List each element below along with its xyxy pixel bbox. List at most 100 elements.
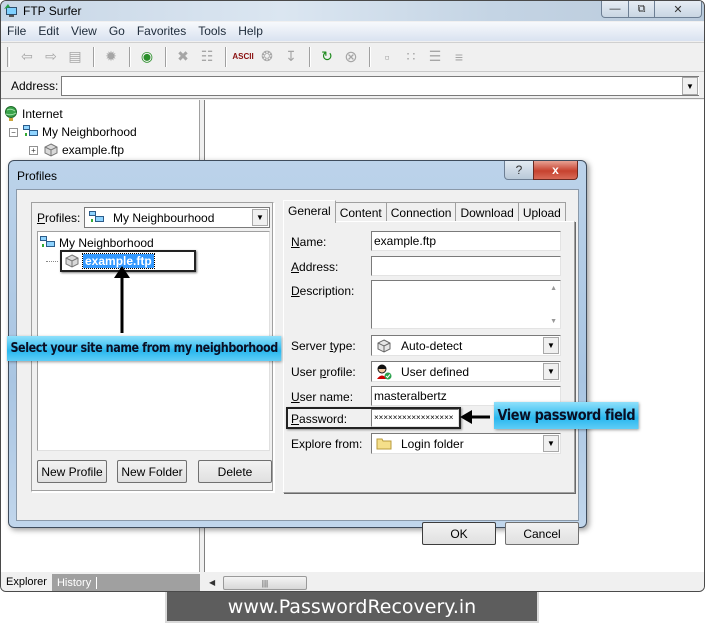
app-icon bbox=[4, 4, 17, 17]
server-icon bbox=[43, 142, 59, 158]
minimize-button[interactable]: — bbox=[601, 1, 629, 18]
user-name-label: User name: bbox=[291, 390, 354, 404]
profiles-label: Profiles: bbox=[37, 211, 81, 225]
folder-icon bbox=[376, 436, 392, 452]
connect-icon[interactable]: ✹ bbox=[100, 47, 122, 67]
delete-button[interactable]: Delete bbox=[198, 460, 272, 483]
chevron-down-icon[interactable]: ▼ bbox=[252, 209, 268, 226]
name-field[interactable]: example.ftp bbox=[371, 231, 561, 251]
name-label: Name: bbox=[291, 235, 327, 249]
menu-help[interactable]: Help bbox=[232, 22, 269, 41]
tree-item-example-ftp[interactable]: example.ftp bbox=[40, 250, 267, 272]
tab-download[interactable]: Download bbox=[455, 202, 519, 222]
toolbar-grip[interactable] bbox=[7, 46, 10, 67]
server-icon bbox=[376, 338, 392, 354]
chevron-down-icon: ▼ bbox=[686, 81, 694, 91]
horizontal-scrollbar[interactable]: ◀ ||| bbox=[205, 574, 704, 591]
chat-icon[interactable]: ❂ bbox=[256, 47, 278, 67]
help-icon: ? bbox=[515, 163, 523, 177]
callout-password: View password field bbox=[494, 402, 639, 429]
refresh-icon[interactable]: ↻ bbox=[316, 47, 338, 67]
selected-site-label: example.ftp bbox=[82, 253, 155, 269]
chevron-down-icon[interactable]: ▼ bbox=[543, 363, 559, 380]
menu-edit[interactable]: Edit bbox=[32, 22, 65, 41]
window-title: FTP Surfer bbox=[23, 4, 82, 18]
profile-tabs: General Content Connection Download Upload bbox=[283, 200, 566, 223]
server-icon bbox=[64, 253, 80, 269]
tab-history[interactable]: History bbox=[52, 577, 98, 589]
forward-icon[interactable]: ⇨ bbox=[40, 47, 62, 67]
password-label: Password: bbox=[291, 412, 348, 426]
scroll-up-icon[interactable]: ▲ bbox=[550, 285, 557, 292]
globe-icon bbox=[3, 106, 19, 122]
explore-from-label: Explore from: bbox=[291, 437, 363, 451]
grip-icon: ||| bbox=[261, 578, 269, 588]
download-icon[interactable]: ↧ bbox=[280, 47, 302, 67]
menu-go[interactable]: Go bbox=[103, 22, 131, 41]
dialog-close-button[interactable]: x bbox=[533, 161, 578, 180]
toolbar-separator bbox=[309, 46, 311, 67]
scroll-left-icon[interactable]: ◀ bbox=[209, 578, 215, 587]
scrollbar-thumb[interactable]: ||| bbox=[223, 576, 307, 590]
profiles-icon[interactable]: ◉ bbox=[136, 47, 158, 67]
ascii-mode-icon[interactable]: ASCII bbox=[232, 47, 254, 67]
chevron-down-icon[interactable]: ▼ bbox=[543, 337, 559, 354]
dialog-title: Profiles bbox=[17, 169, 58, 183]
address-input[interactable] bbox=[61, 76, 699, 96]
address-bar: Address: ▼ bbox=[1, 71, 704, 99]
tree-item-my-neighborhood[interactable]: − My Neighborhood bbox=[1, 123, 199, 141]
scroll-down-icon[interactable]: ▼ bbox=[550, 318, 557, 325]
cancel-button[interactable]: Cancel bbox=[505, 522, 579, 545]
close-icon: ✕ bbox=[673, 3, 683, 16]
watermark: www.PasswordRecovery.in bbox=[165, 592, 539, 623]
help-button[interactable]: ? bbox=[504, 161, 534, 180]
menu-view[interactable]: View bbox=[65, 22, 103, 41]
back-icon[interactable]: ⇦ bbox=[16, 47, 38, 67]
toolbar-separator bbox=[165, 46, 167, 67]
tree-item-internet[interactable]: Internet bbox=[1, 105, 199, 123]
expand-icon[interactable]: + bbox=[29, 145, 38, 155]
details-view-icon[interactable]: ≡ bbox=[448, 47, 470, 67]
password-field[interactable]: ××××××××××××××××× bbox=[371, 409, 459, 427]
new-profile-button[interactable]: New Profile bbox=[37, 460, 107, 483]
tree-item-example-ftp[interactable]: + example.ftp bbox=[1, 141, 199, 159]
user-icon bbox=[376, 364, 392, 380]
menu-favorites[interactable]: Favorites bbox=[131, 22, 192, 41]
small-icons-view-icon[interactable]: ∷ bbox=[400, 47, 422, 67]
tab-upload[interactable]: Upload bbox=[517, 202, 566, 222]
description-field[interactable]: ▲ ▼ bbox=[371, 280, 561, 329]
close-button[interactable]: ✕ bbox=[654, 1, 702, 18]
address-label: Address: bbox=[11, 79, 59, 93]
user-profile-select[interactable]: User defined ▼ bbox=[371, 361, 561, 382]
menu-tools[interactable]: Tools bbox=[192, 22, 232, 41]
large-icons-view-icon[interactable]: ▫ bbox=[376, 47, 398, 67]
close-icon: x bbox=[552, 163, 559, 177]
up-folder-icon[interactable]: ▤ bbox=[64, 47, 86, 67]
ok-button[interactable]: OK bbox=[422, 522, 496, 545]
profiles-select[interactable]: My Neighbourhood ▼ bbox=[84, 207, 270, 228]
delete-icon[interactable]: ✖ bbox=[172, 47, 194, 67]
collapse-icon[interactable]: − bbox=[9, 127, 18, 137]
minimize-icon: — bbox=[609, 3, 621, 15]
callout-select-site: Select your site name from my neighborho… bbox=[7, 336, 282, 361]
tab-explorer[interactable]: Explorer bbox=[1, 574, 52, 591]
network-icon bbox=[89, 210, 105, 226]
server-type-label: Server type: bbox=[291, 339, 356, 353]
chevron-down-icon[interactable]: ▼ bbox=[543, 435, 559, 452]
server-type-select[interactable]: Auto-detect ▼ bbox=[371, 335, 561, 356]
maximize-button[interactable]: ⧉ bbox=[628, 1, 655, 18]
stop-icon[interactable]: ⊗ bbox=[340, 47, 362, 67]
new-folder-button[interactable]: New Folder bbox=[117, 460, 187, 483]
menu-file[interactable]: File bbox=[1, 22, 32, 41]
tab-connection[interactable]: Connection bbox=[385, 202, 457, 222]
list-view-icon[interactable]: ☰ bbox=[424, 47, 446, 67]
tab-content[interactable]: Content bbox=[334, 202, 387, 222]
properties-icon[interactable]: ☷ bbox=[196, 47, 218, 67]
toolbar-separator bbox=[129, 46, 131, 67]
tab-general[interactable]: General bbox=[283, 200, 336, 223]
explore-from-select[interactable]: Login folder ▼ bbox=[371, 433, 561, 454]
title-bar: FTP Surfer — ⧉ ✕ bbox=[1, 1, 704, 21]
address-field[interactable] bbox=[371, 256, 561, 276]
address-dropdown-button[interactable]: ▼ bbox=[682, 77, 698, 95]
description-label: Description: bbox=[291, 284, 355, 298]
